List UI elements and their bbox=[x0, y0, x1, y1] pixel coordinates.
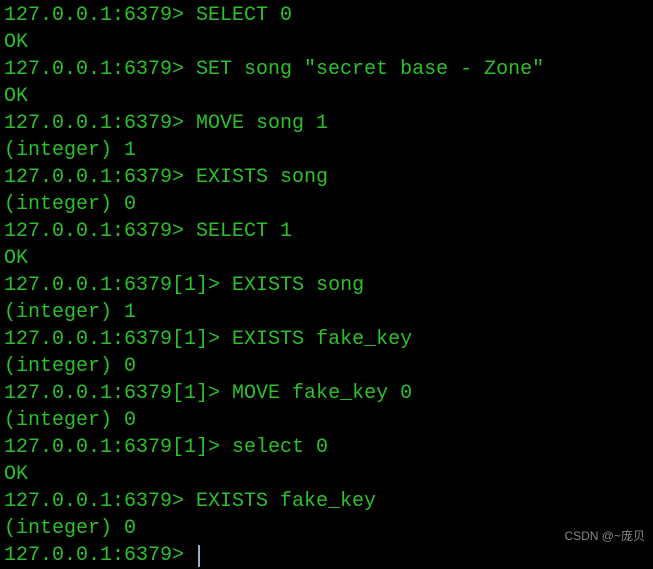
command-text: EXISTS fake_key bbox=[196, 490, 376, 513]
command-line: 127.0.0.1:6379> MOVE song 1 bbox=[4, 110, 649, 137]
prompt: 127.0.0.1:6379[1]> bbox=[4, 274, 232, 297]
command-text: EXISTS song bbox=[232, 274, 364, 297]
prompt: 127.0.0.1:6379> bbox=[4, 112, 196, 135]
command-text: EXISTS song bbox=[196, 166, 328, 189]
prompt-current[interactable]: 127.0.0.1:6379> bbox=[4, 542, 649, 569]
command-line: 127.0.0.1:6379> SELECT 0 bbox=[4, 2, 649, 29]
command-line: 127.0.0.1:6379> SET song "secret base - … bbox=[4, 56, 649, 83]
command-text: select 0 bbox=[232, 436, 328, 459]
prompt: 127.0.0.1:6379[1]> bbox=[4, 382, 232, 405]
prompt: 127.0.0.1:6379[1]> bbox=[4, 328, 232, 351]
command-line: 127.0.0.1:6379[1]> select 0 bbox=[4, 434, 649, 461]
watermark: CSDN @~庞贝 bbox=[564, 523, 645, 550]
output-line: (integer) 0 bbox=[4, 515, 649, 542]
command-text: SELECT 0 bbox=[196, 4, 292, 27]
command-text: SELECT 1 bbox=[196, 220, 292, 243]
output-line: (integer) 0 bbox=[4, 407, 649, 434]
command-text: MOVE fake_key 0 bbox=[232, 382, 412, 405]
command-line: 127.0.0.1:6379[1]> EXISTS song bbox=[4, 272, 649, 299]
command-line: 127.0.0.1:6379> EXISTS song bbox=[4, 164, 649, 191]
terminal-output: 127.0.0.1:6379> SELECT 0OK127.0.0.1:6379… bbox=[4, 2, 649, 569]
command-line: 127.0.0.1:6379> SELECT 1 bbox=[4, 218, 649, 245]
prompt: 127.0.0.1:6379> bbox=[4, 490, 196, 513]
command-line: 127.0.0.1:6379> EXISTS fake_key bbox=[4, 488, 649, 515]
output-line: OK bbox=[4, 245, 649, 272]
output-line: (integer) 0 bbox=[4, 353, 649, 380]
output-line: (integer) 1 bbox=[4, 299, 649, 326]
prompt: 127.0.0.1:6379> bbox=[4, 58, 196, 81]
output-line: (integer) 0 bbox=[4, 191, 649, 218]
command-line: 127.0.0.1:6379[1]> MOVE fake_key 0 bbox=[4, 380, 649, 407]
prompt: 127.0.0.1:6379[1]> bbox=[4, 436, 232, 459]
output-line: (integer) 1 bbox=[4, 137, 649, 164]
command-text: SET song "secret base - Zone" bbox=[196, 58, 544, 81]
prompt: 127.0.0.1:6379> bbox=[4, 166, 196, 189]
command-text: MOVE song 1 bbox=[196, 112, 328, 135]
output-line: OK bbox=[4, 29, 649, 56]
command-line: 127.0.0.1:6379[1]> EXISTS fake_key bbox=[4, 326, 649, 353]
prompt: 127.0.0.1:6379> bbox=[4, 4, 196, 27]
prompt: 127.0.0.1:6379> bbox=[4, 220, 196, 243]
output-line: OK bbox=[4, 83, 649, 110]
command-text: EXISTS fake_key bbox=[232, 328, 412, 351]
output-line: OK bbox=[4, 461, 649, 488]
